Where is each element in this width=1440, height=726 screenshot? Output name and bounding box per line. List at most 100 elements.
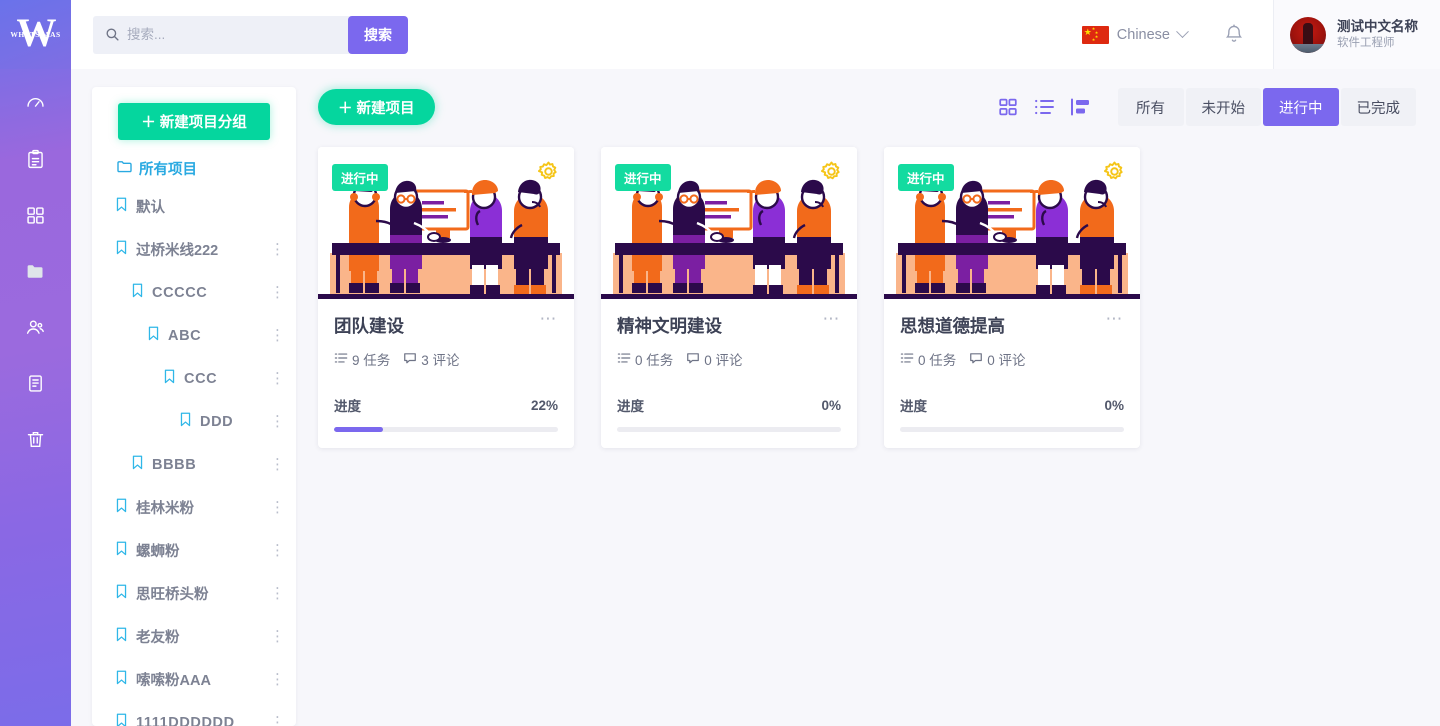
comment-count: 3 评论: [403, 349, 460, 369]
view-toggle-list[interactable]: [1026, 92, 1062, 122]
user-name: 测试中文名称: [1337, 19, 1418, 34]
tree-item-menu-button[interactable]: ⋮: [270, 500, 285, 515]
progress-label: 进度: [617, 399, 644, 414]
tree-item-menu-button[interactable]: ⋮: [270, 586, 285, 601]
rail-item-reports[interactable]: [0, 355, 71, 411]
search-button[interactable]: 搜索: [348, 15, 408, 54]
view-toggle-board[interactable]: [1062, 92, 1098, 122]
progress-value: 0%: [1104, 397, 1124, 413]
tree-root-all-projects[interactable]: 所有项目: [92, 158, 296, 179]
task-count: 9 任务: [334, 349, 390, 369]
card-more-button[interactable]: ⋯: [540, 310, 559, 327]
project-card[interactable]: 进行中 团队建设 ⋯ 9 任务 3 评论 进度 22%: [318, 147, 574, 448]
tree-item-menu-button[interactable]: ⋮: [270, 672, 285, 687]
project-card[interactable]: 进行中 精神文明建设 ⋯ 0 任务 0 评论 进度 0%: [601, 147, 857, 448]
language-label: Chinese: [1116, 26, 1170, 43]
bookmark-icon: [164, 369, 175, 389]
rail-item-list: [0, 75, 71, 467]
card-meta: 9 任务 3 评论: [334, 349, 558, 369]
gear-icon[interactable]: [537, 160, 560, 188]
chevron-down-icon: [1176, 25, 1189, 39]
list-icon: [900, 351, 914, 368]
status-badge: 进行中: [615, 164, 671, 191]
rail-item-trash[interactable]: [0, 411, 71, 467]
gear-icon[interactable]: [820, 160, 843, 188]
rail-item-files[interactable]: [0, 243, 71, 299]
progress-value: 0%: [821, 397, 841, 413]
tree-item[interactable]: BBBB ⋮: [92, 443, 296, 486]
comment-icon: [969, 351, 983, 368]
tree-item[interactable]: ABC ⋮: [92, 314, 296, 357]
tree-item-menu-button[interactable]: ⋮: [270, 242, 285, 257]
top-bar-right: ★ ★ ★ ★ ★ Chinese 测试中文名称 软件工程师: [1076, 0, 1440, 69]
project-card[interactable]: 进行中 思想道德提高 ⋯ 0 任务 0 评论 进度 0%: [884, 147, 1140, 448]
new-project-group-button[interactable]: ＋ 新建项目分组: [118, 103, 270, 140]
tree-item[interactable]: 老友粉 ⋮: [92, 615, 296, 658]
gear-icon[interactable]: [1103, 160, 1126, 188]
new-project-button[interactable]: ＋ 新建项目: [318, 89, 435, 125]
card-body: 思想道德提高 ⋯ 0 任务 0 评论 进度 0%: [884, 299, 1140, 448]
tree-item-label: 螺蛳粉: [136, 544, 180, 560]
tree-item[interactable]: 桂林米粉 ⋮: [92, 486, 296, 529]
card-more-button[interactable]: ⋯: [823, 310, 842, 327]
tree-item[interactable]: 螺蛳粉 ⋮: [92, 529, 296, 572]
rail-item-dashboard[interactable]: [0, 75, 71, 131]
tree-item-menu-button[interactable]: ⋮: [270, 457, 285, 472]
tree-item[interactable]: 默认: [92, 185, 296, 228]
tree-item[interactable]: 过桥米线222 ⋮: [92, 228, 296, 271]
filter-button[interactable]: 所有: [1117, 88, 1184, 126]
language-selector[interactable]: ★ ★ ★ ★ ★ Chinese: [1076, 25, 1193, 44]
search-input[interactable]: [127, 27, 357, 42]
rail-item-tasks[interactable]: [0, 131, 71, 187]
app-logo[interactable]: W WHATSSAAS: [0, 0, 71, 69]
status-badge: 进行中: [332, 164, 388, 191]
tree-item-label: 过桥米线222: [136, 243, 219, 259]
comment-count-label: 0 评论: [987, 353, 1026, 368]
tree-item-menu-button[interactable]: ⋮: [270, 285, 285, 300]
user-profile[interactable]: 测试中文名称 软件工程师: [1273, 0, 1440, 69]
tree-item[interactable]: 1111DDDDDD ⋮: [92, 701, 296, 726]
filter-button[interactable]: 已完成: [1340, 88, 1416, 126]
search-icon: [105, 27, 120, 42]
tree-item-menu-button[interactable]: ⋮: [270, 371, 285, 386]
tree-item-label: 1111DDDDDD: [136, 714, 235, 726]
tree-item-menu-button[interactable]: ⋮: [270, 328, 285, 343]
card-cover: 进行中: [601, 147, 857, 299]
tree-item-label: 老友粉: [136, 630, 180, 646]
view-toggle-grid[interactable]: [990, 92, 1026, 122]
comment-count: 0 评论: [686, 349, 743, 369]
tree-item[interactable]: CCCCC ⋮: [92, 271, 296, 314]
tree-item[interactable]: CCC ⋮: [92, 357, 296, 400]
comment-count-label: 0 评论: [704, 353, 743, 368]
tree-item-menu-button[interactable]: ⋮: [270, 715, 285, 726]
tree-item[interactable]: DDD ⋮: [92, 400, 296, 443]
filter-button[interactable]: 进行中: [1263, 88, 1339, 126]
progress-track: [334, 427, 558, 432]
bookmark-icon: [116, 498, 127, 518]
search-box[interactable]: [93, 15, 378, 54]
rail-item-projects[interactable]: [0, 187, 71, 243]
comment-icon: [686, 351, 700, 368]
tree-item-menu-button[interactable]: ⋮: [270, 414, 285, 429]
tree-item[interactable]: 思旺桥头粉 ⋮: [92, 572, 296, 615]
project-card-grid: 进行中 团队建设 ⋯ 9 任务 3 评论 进度 22% 进行中 精神文明建设 ⋯…: [296, 147, 1440, 448]
bookmark-icon: [116, 541, 127, 561]
tree-item-label: 思旺桥头粉: [136, 587, 209, 603]
china-flag-icon: ★ ★ ★ ★ ★: [1081, 25, 1109, 44]
tree-item[interactable]: 嗦嗦粉AAA ⋮: [92, 658, 296, 701]
folder-icon: [117, 160, 132, 177]
tree-item-menu-button[interactable]: ⋮: [270, 629, 285, 644]
tree-item-label: CCCCC: [152, 284, 208, 301]
rail-item-members[interactable]: [0, 299, 71, 355]
task-count: 0 任务: [900, 349, 956, 369]
card-title-row: 精神文明建设 ⋯: [617, 310, 842, 338]
notifications-button[interactable]: [1223, 23, 1245, 46]
tree-root-label: 所有项目: [139, 162, 197, 178]
card-more-button[interactable]: ⋯: [1106, 310, 1125, 327]
main-content: ＋ 新建项目 所有 未开始 进行中 已完成 进行中 团队建设 ⋯ 9 任务 3 …: [296, 69, 1440, 726]
task-count-label: 0 任务: [918, 353, 957, 368]
tree-item-menu-button[interactable]: ⋮: [270, 543, 285, 558]
bookmark-icon: [116, 584, 127, 604]
card-meta: 0 任务 0 评论: [900, 349, 1124, 369]
filter-button[interactable]: 未开始: [1185, 88, 1261, 126]
